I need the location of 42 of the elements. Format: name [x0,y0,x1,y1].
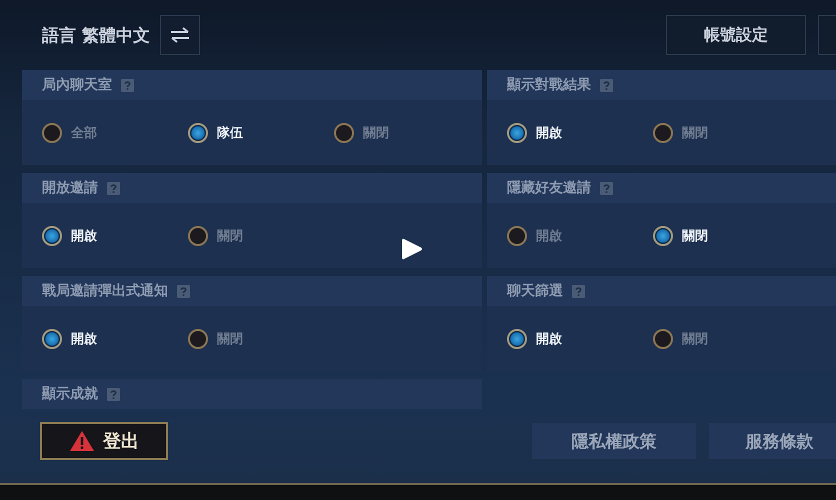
privacy-policy-button[interactable]: 隱私權政策 [532,423,696,459]
language-label: 語言 繁體中文 [42,24,150,46]
radio-button[interactable] [188,122,208,142]
section-title: 戰局邀請彈出式通知 [42,282,168,300]
radio-option[interactable]: 關閉 [188,328,334,348]
radio-button[interactable] [507,328,527,348]
radio-option[interactable]: 開啟 [507,226,653,246]
section-title: 顯示對戰結果 [507,76,591,94]
account-settings-button[interactable]: 帳號設定 [666,15,806,55]
radio-option[interactable]: 開啟 [42,226,188,246]
radio-button[interactable] [653,122,673,142]
section-title: 開放邀請 [42,179,98,197]
radio-button[interactable] [42,122,62,142]
radio-option[interactable]: 關閉 [653,226,799,246]
radio-button[interactable] [42,226,62,246]
radio-option[interactable]: 開啟 [42,328,188,348]
radio-option[interactable]: 全部 [42,122,188,142]
terms-of-service-button[interactable]: 服務條款 [709,423,836,459]
section-title: 隱藏好友邀請 [507,179,591,197]
section-title: 顯示成就 [42,385,98,403]
radio-button[interactable] [507,226,527,246]
radio-button[interactable] [653,226,673,246]
radio-button[interactable] [188,328,208,348]
swap-button[interactable] [160,15,200,55]
radio-option[interactable]: 關閉 [188,226,334,246]
radio-button[interactable] [507,122,527,142]
radio-button[interactable] [42,328,62,348]
section-title: 聊天篩選 [507,282,563,300]
radio-button[interactable] [188,226,208,246]
swap-arrows-icon [170,27,190,43]
radio-option[interactable]: 關閉 [653,328,799,348]
radio-button[interactable] [653,328,673,348]
section-title: 局內聊天室 [42,76,112,94]
radio-option[interactable]: 隊伍 [188,122,334,142]
warning-icon [69,430,96,452]
radio-button[interactable] [334,122,354,142]
radio-option[interactable]: 關閉 [653,122,799,142]
play-icon[interactable] [401,237,423,261]
radio-option[interactable]: 關閉 [334,122,480,142]
radio-option[interactable]: 開啟 [507,122,653,142]
radio-option[interactable]: 開啟 [507,328,653,348]
logout-button[interactable]: 登出 [40,422,168,460]
